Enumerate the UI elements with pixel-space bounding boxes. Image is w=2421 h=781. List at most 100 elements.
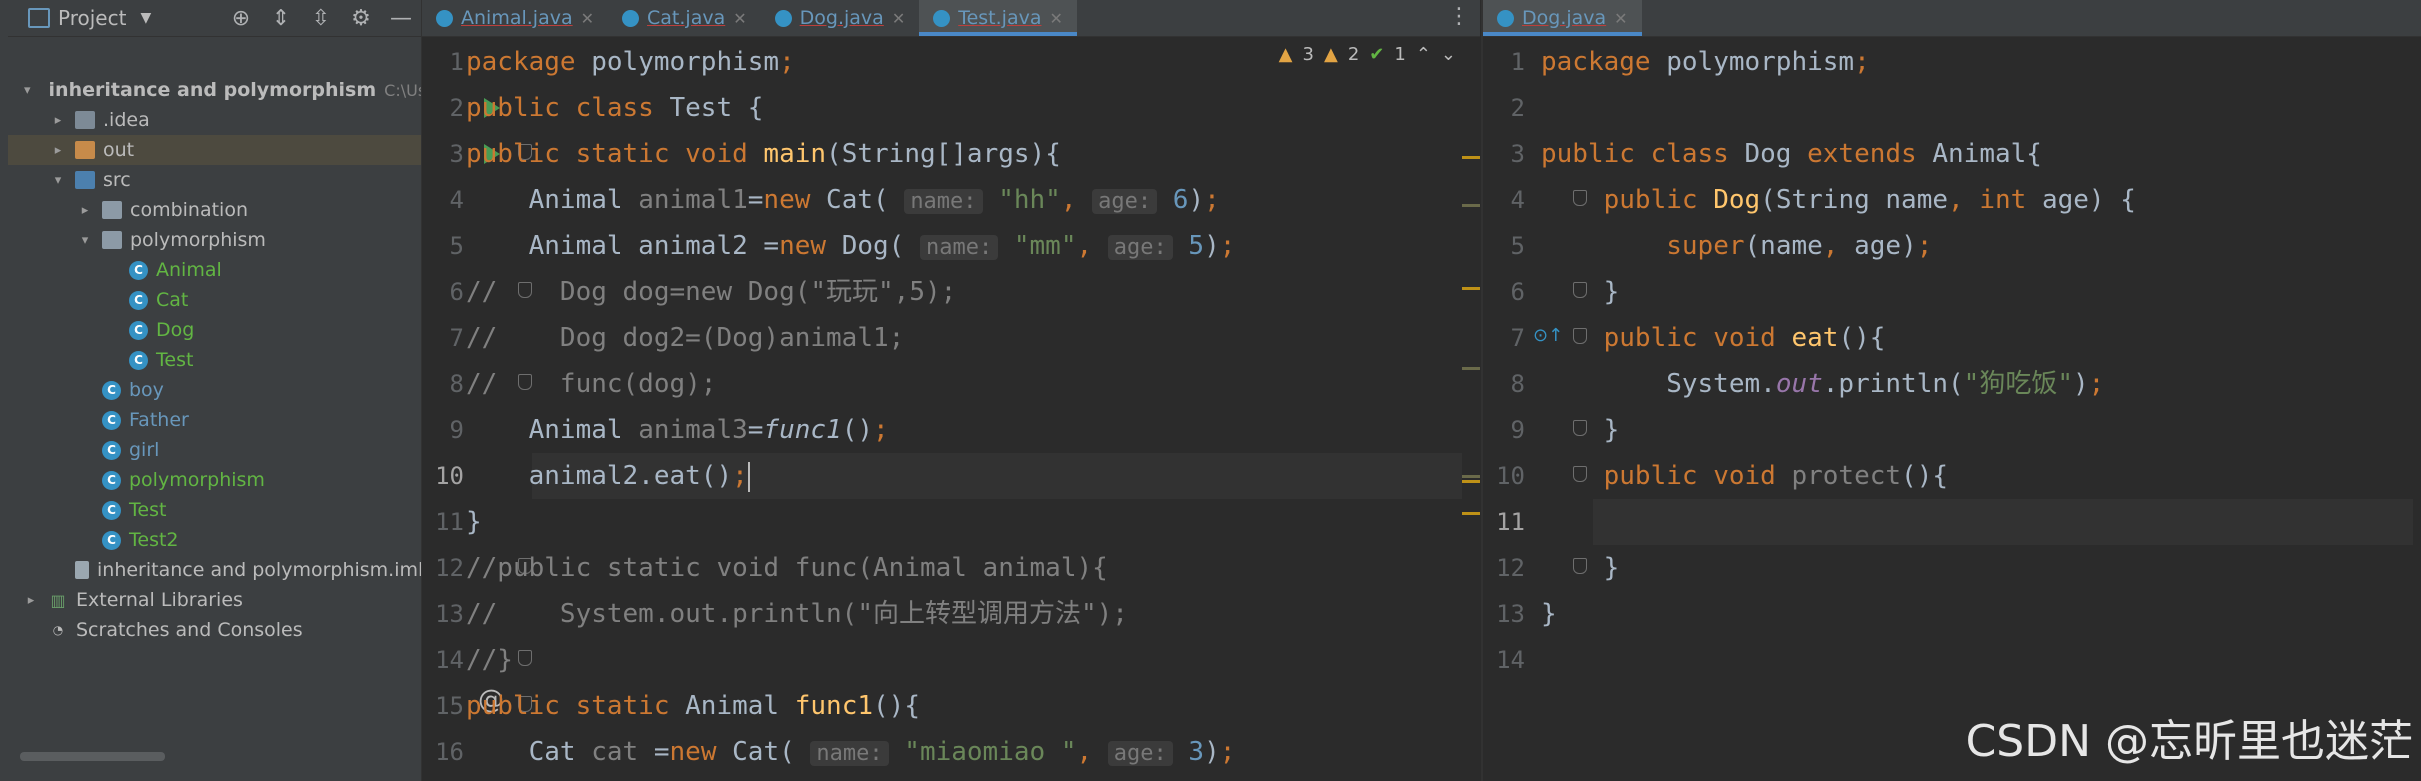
chevron-right-icon[interactable]: ▸ xyxy=(78,203,92,218)
code-line[interactable]: Animal animal3=func1(); xyxy=(466,407,889,453)
chevron-right-icon[interactable]: ▸ xyxy=(24,593,38,608)
tree-item[interactable]: C Animal xyxy=(8,255,421,285)
chevron-down-icon[interactable]: ▾ xyxy=(51,173,65,188)
tree-item[interactable]: ▾ inheritance and polymorphism C:\User xyxy=(8,75,421,105)
chevron-down-icon[interactable]: ⌄ xyxy=(1441,44,1456,65)
class-icon xyxy=(933,9,951,27)
warning-marker[interactable] xyxy=(1462,512,1480,515)
code-line[interactable]: // Dog dog=new Dog("玩玩",5); xyxy=(466,269,956,315)
tree-item[interactable]: ▾ polymorphism xyxy=(8,225,421,255)
fold-icon[interactable] xyxy=(518,650,532,666)
code-line[interactable]: // func(dog); xyxy=(466,361,716,407)
horizontal-scrollbar[interactable] xyxy=(20,752,165,761)
code-token: (){ xyxy=(873,691,920,721)
line-number: 2 xyxy=(1510,94,1525,122)
close-icon[interactable]: ✕ xyxy=(1049,9,1062,28)
weak-warning-marker[interactable] xyxy=(1462,367,1480,370)
code-token: out xyxy=(1775,369,1823,399)
collapse-all-icon[interactable]: ⇳ xyxy=(301,6,341,31)
tree-item[interactable]: ▸ combination xyxy=(8,195,421,225)
tree-item[interactable]: inheritance and polymorphism.iml xyxy=(8,555,421,585)
chevron-down-icon[interactable]: ▾ xyxy=(24,83,31,98)
tree-item[interactable]: C Test xyxy=(8,345,421,375)
inspection-widget[interactable]: ▲ 3 ▲ 2 ✔ 1 ⌃ ⌄ xyxy=(1279,44,1456,65)
tree-item[interactable]: C Test xyxy=(8,495,421,525)
code-line[interactable]: public static void main(String[]args){ xyxy=(466,131,1061,177)
code-line[interactable]: } xyxy=(1541,269,1620,315)
chevron-down-icon[interactable]: ▾ xyxy=(78,233,92,248)
code-token: "miaomiao " xyxy=(888,737,1077,767)
chevron-right-icon[interactable]: ▸ xyxy=(51,143,65,158)
editor-tab[interactable]: Animal.java ✕ xyxy=(422,0,608,36)
code-token: ; xyxy=(732,461,748,491)
close-icon[interactable]: ✕ xyxy=(733,9,746,28)
tree-item[interactable]: C Father xyxy=(8,405,421,435)
code-line[interactable]: Animal animal1=new Cat( name: "hh", age:… xyxy=(466,177,1220,223)
code-line[interactable]: public class Dog extends Animal{ xyxy=(1541,131,2042,177)
minimize-icon[interactable]: — xyxy=(381,6,421,31)
code-line[interactable]: //} xyxy=(466,637,513,683)
close-icon[interactable]: ✕ xyxy=(1614,9,1627,28)
typo-count: 1 xyxy=(1394,44,1406,65)
project-panel-title[interactable]: Project xyxy=(58,6,126,30)
more-options-icon[interactable]: ⋮ xyxy=(1448,4,1470,29)
editor-tab[interactable]: Dog.java ✕ xyxy=(761,0,920,36)
tree-item[interactable]: Cboy xyxy=(8,375,421,405)
tree-item-label: inheritance and polymorphism.iml xyxy=(97,559,421,581)
tree-item[interactable]: ▸ out xyxy=(8,135,421,165)
code-line[interactable]: Cat cat =new Cat( name: "miaomiao ", age… xyxy=(466,729,1236,775)
class-icon: C xyxy=(129,260,148,280)
code-line[interactable]: animal2.eat(); xyxy=(466,453,750,499)
chevron-right-icon[interactable]: ▸ xyxy=(51,113,65,128)
weak-warning-marker[interactable] xyxy=(1462,475,1480,478)
tree-item[interactable]: ▸ ▥ External Libraries xyxy=(8,585,421,615)
editor-tab[interactable]: Test.java ✕ xyxy=(919,0,1077,36)
warning-marker[interactable] xyxy=(1462,480,1480,483)
editor-tab[interactable]: Dog.java ✕ xyxy=(1483,0,1642,36)
code-token: // Dog dog2=(Dog)animal1; xyxy=(466,323,905,353)
code-token: } xyxy=(1541,415,1620,445)
warning-marker[interactable] xyxy=(1462,287,1480,290)
tree-item[interactable]: Cpolymorphism xyxy=(8,465,421,495)
tree-item[interactable]: ▾ src xyxy=(8,165,421,195)
code-line[interactable]: public void eat(){ xyxy=(1541,315,1886,361)
code-line[interactable]: } xyxy=(1541,591,1557,637)
code-line[interactable]: Animal animal2 =new Dog( name: "mm", age… xyxy=(466,223,1236,269)
code-line[interactable]: } xyxy=(466,499,482,545)
warning-marker[interactable] xyxy=(1462,156,1480,159)
locate-file-icon[interactable]: ⊕ xyxy=(221,6,261,31)
code-line[interactable]: // Dog dog2=(Dog)animal1; xyxy=(466,315,904,361)
editor-tab[interactable]: Cat.java ✕ xyxy=(608,0,761,36)
code-area[interactable]: package polymorphism; public class Test {… xyxy=(466,37,1462,781)
tree-item[interactable]: ▸ .idea xyxy=(8,105,421,135)
code-line[interactable]: package polymorphism; xyxy=(466,39,795,85)
expand-all-icon[interactable]: ⇕ xyxy=(261,6,301,31)
tree-item[interactable]: C Dog xyxy=(8,315,421,345)
tree-item[interactable]: ◔ Scratches and Consoles xyxy=(8,615,421,645)
code-token: } xyxy=(466,507,482,537)
gear-icon[interactable]: ⚙ xyxy=(341,6,381,31)
code-line[interactable]: // System.out.println("向上转型调用方法"); xyxy=(466,591,1128,637)
vertical-scrollbar[interactable] xyxy=(1462,37,1480,781)
close-icon[interactable]: ✕ xyxy=(581,9,594,28)
chevron-down-icon[interactable]: ▼ xyxy=(140,10,151,26)
chevron-up-icon[interactable]: ⌃ xyxy=(1416,44,1431,65)
code-line[interactable]: super(name, age); xyxy=(1541,223,1932,269)
code-line[interactable]: } xyxy=(1541,545,1620,591)
tree-item[interactable]: Cgirl xyxy=(8,435,421,465)
code-line[interactable]: } xyxy=(1541,407,1620,453)
weak-warning-marker[interactable] xyxy=(1462,204,1480,207)
code-line[interactable]: public void protect(){ xyxy=(1541,453,1948,499)
tree-item[interactable]: C Cat xyxy=(8,285,421,315)
code-line[interactable]: System.out.println("狗吃饭"); xyxy=(1541,361,2104,407)
code-line[interactable]: public class Test { xyxy=(466,85,763,131)
code-token: new xyxy=(669,737,717,767)
code-line[interactable]: //public static void func(Animal animal)… xyxy=(466,545,1108,591)
close-icon[interactable]: ✕ xyxy=(892,9,905,28)
code-line[interactable]: public Dog(String name, int age) { xyxy=(1541,177,2136,223)
tree-item-label: polymorphism xyxy=(130,229,266,251)
code-line[interactable]: package polymorphism; xyxy=(1541,39,1870,85)
tree-item[interactable]: C Test2 xyxy=(8,525,421,555)
code-area[interactable]: package polymorphism; public class Dog ex… xyxy=(1541,37,2413,781)
code-line[interactable]: public static Animal func1(){ xyxy=(466,683,920,729)
